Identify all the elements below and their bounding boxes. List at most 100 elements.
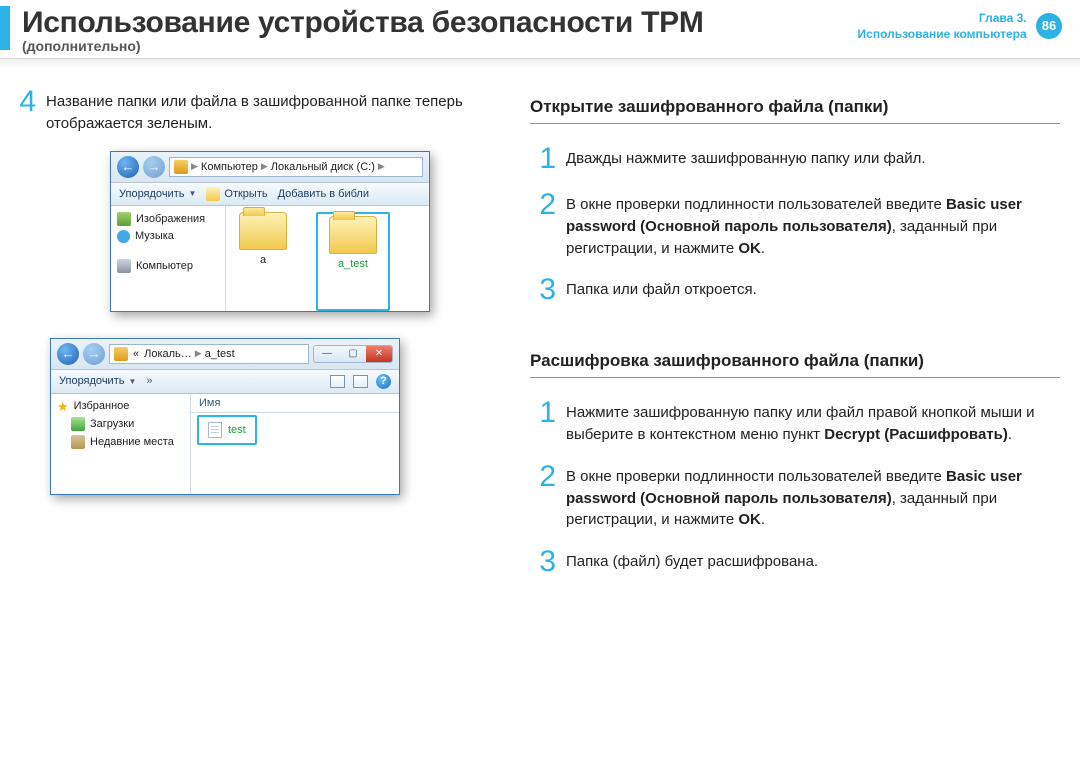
back-button[interactable]: ←: [117, 156, 139, 178]
section-heading-open: Открытие зашифрованного файла (папки): [530, 97, 1060, 124]
help-icon[interactable]: ?: [376, 374, 391, 389]
tree-computer[interactable]: Компьютер: [117, 257, 219, 275]
open-step-3: 3 Папка или файл откроется.: [530, 275, 1060, 305]
breadcrumb-disk[interactable]: Локальный диск (C:): [271, 161, 375, 173]
step-text: Нажмите зашифрованную папку или файл пра…: [566, 398, 1060, 446]
right-column: Открытие зашифрованного файла (папки) 1 …: [530, 87, 1060, 593]
step-4: 4 Название папки или файла в зашифрованн…: [10, 87, 500, 135]
section-heading-decrypt: Расшифровка зашифрованного файла (папки): [530, 351, 1060, 378]
highlight-box: test: [197, 415, 257, 445]
step-number: 2: [530, 190, 556, 259]
step-text: Дважды нажмите зашифрованную папку или ф…: [566, 144, 926, 174]
folder-name: a: [260, 254, 266, 266]
explorer-toolbar: Упорядочить ▼ Открыть Добавить в библи: [111, 183, 429, 206]
organize-menu[interactable]: Упорядочить ▼: [59, 375, 136, 387]
bold-part: Decrypt (Расшифровать): [824, 426, 1008, 443]
tree-music[interactable]: Музыка: [117, 228, 219, 245]
decrypt-step-2: 2 В окне проверки подлинности пользовате…: [530, 462, 1060, 531]
breadcrumb-computer[interactable]: Компьютер: [201, 161, 258, 173]
column-header-name[interactable]: Имя: [191, 394, 399, 413]
chevron-right-icon: ▶: [261, 161, 268, 172]
file-name: test: [228, 424, 246, 436]
file-pane: a a_test: [226, 206, 429, 311]
decrypt-step-3: 3 Папка (файл) будет расшифрована.: [530, 547, 1060, 577]
navbar: ← → ▶ Компьютер ▶ Локальный диск (C:) ▶: [111, 152, 429, 183]
computer-icon: [174, 160, 188, 174]
breadcrumb-local[interactable]: Локаль…: [144, 348, 192, 360]
text-part: .: [761, 511, 765, 528]
step-text: Название папки или файла в зашифрованной…: [46, 87, 500, 135]
close-button[interactable]: ✕: [366, 346, 392, 362]
tree-label: Изображения: [136, 213, 205, 225]
breadcrumb[interactable]: ▶ Компьютер ▶ Локальный диск (C:) ▶: [169, 157, 423, 177]
more-icon[interactable]: »: [146, 375, 152, 387]
recent-icon: [71, 435, 85, 449]
text-part: .: [1008, 426, 1012, 443]
maximize-button[interactable]: ▢: [340, 346, 366, 362]
open-label: Открыть: [224, 188, 267, 200]
folder-icon: [329, 216, 377, 254]
view-controls: ?: [330, 374, 391, 389]
folder-name: a_test: [338, 258, 368, 270]
chapter-info: Глава 3. Использование компьютера 86: [858, 10, 1062, 42]
music-icon: [117, 230, 130, 243]
step-text: В окне проверки подлинности пользователе…: [566, 462, 1060, 531]
open-step-1: 1 Дважды нажмите зашифрованную папку или…: [530, 144, 1060, 174]
header-shadow: [0, 59, 1080, 69]
page-number-badge: 86: [1036, 13, 1062, 39]
organize-menu[interactable]: Упорядочить ▼: [119, 188, 196, 200]
step-number: 3: [530, 275, 556, 305]
folder-item[interactable]: a: [232, 212, 294, 311]
forward-button[interactable]: →: [143, 156, 165, 178]
step-text: В окне проверки подлинности пользователе…: [566, 190, 1060, 259]
tree-label: Загрузки: [90, 418, 134, 430]
breadcrumb[interactable]: « Локаль… ▶ a_test: [109, 344, 309, 364]
tree-favorites[interactable]: ★ Избранное: [57, 398, 184, 415]
document-icon: [208, 422, 222, 438]
folder-icon: [206, 187, 220, 201]
nav-tree: ★ Избранное Загрузки Недавние места: [51, 394, 191, 494]
tree-label: Музыка: [135, 230, 174, 242]
chevron-down-icon: ▼: [128, 377, 136, 386]
view-preview-icon[interactable]: [353, 375, 368, 388]
chevron-down-icon: ▼: [188, 189, 196, 198]
breadcrumb-atest[interactable]: a_test: [205, 348, 235, 360]
minimize-button[interactable]: —: [314, 346, 340, 362]
chapter-line1: Глава 3.: [979, 11, 1027, 25]
star-icon: ★: [57, 400, 69, 413]
step-number: 1: [530, 144, 556, 174]
view-list-icon[interactable]: [330, 375, 345, 388]
step-number: 1: [530, 398, 556, 446]
decrypt-step-1: 1 Нажмите зашифрованную папку или файл п…: [530, 398, 1060, 446]
file-row-encrypted[interactable]: test: [200, 418, 254, 442]
tree-label: Избранное: [74, 400, 130, 412]
forward-button[interactable]: →: [83, 343, 105, 365]
bold-part: OK: [738, 240, 761, 257]
folder-item-encrypted[interactable]: a_test: [322, 216, 384, 270]
computer-icon: [117, 259, 131, 273]
accent-bar: [0, 6, 10, 50]
navbar: ← → « Локаль… ▶ a_test — ▢ ✕: [51, 339, 399, 370]
open-button[interactable]: Открыть: [206, 187, 267, 201]
add-to-library[interactable]: Добавить в библи: [278, 188, 369, 200]
chapter-line2: Использование компьютера: [858, 27, 1027, 41]
organize-label: Упорядочить: [119, 188, 184, 200]
step-text: Папка (файл) будет расшифрована.: [566, 547, 818, 577]
tree-downloads[interactable]: Загрузки: [57, 415, 184, 433]
tree-recent[interactable]: Недавние места: [57, 433, 184, 451]
pictures-icon: [117, 212, 131, 226]
step-number: 4: [10, 87, 36, 135]
page-header: Использование устройства безопасности TP…: [0, 0, 1080, 59]
chevron-right-icon: ▶: [191, 161, 198, 172]
tree-images[interactable]: Изображения: [117, 210, 219, 228]
explorer-toolbar: Упорядочить ▼ » ?: [51, 370, 399, 394]
tree-label: Компьютер: [136, 260, 193, 272]
back-button[interactable]: ←: [57, 343, 79, 365]
step-number: 3: [530, 547, 556, 577]
step-number: 2: [530, 462, 556, 531]
text-part: В окне проверки подлинности пользователе…: [566, 196, 946, 213]
open-step-2: 2 В окне проверки подлинности пользовате…: [530, 190, 1060, 259]
chevron-right-icon: ▶: [195, 348, 202, 359]
window-controls: — ▢ ✕: [313, 345, 393, 363]
highlight-box: a_test: [316, 212, 390, 311]
